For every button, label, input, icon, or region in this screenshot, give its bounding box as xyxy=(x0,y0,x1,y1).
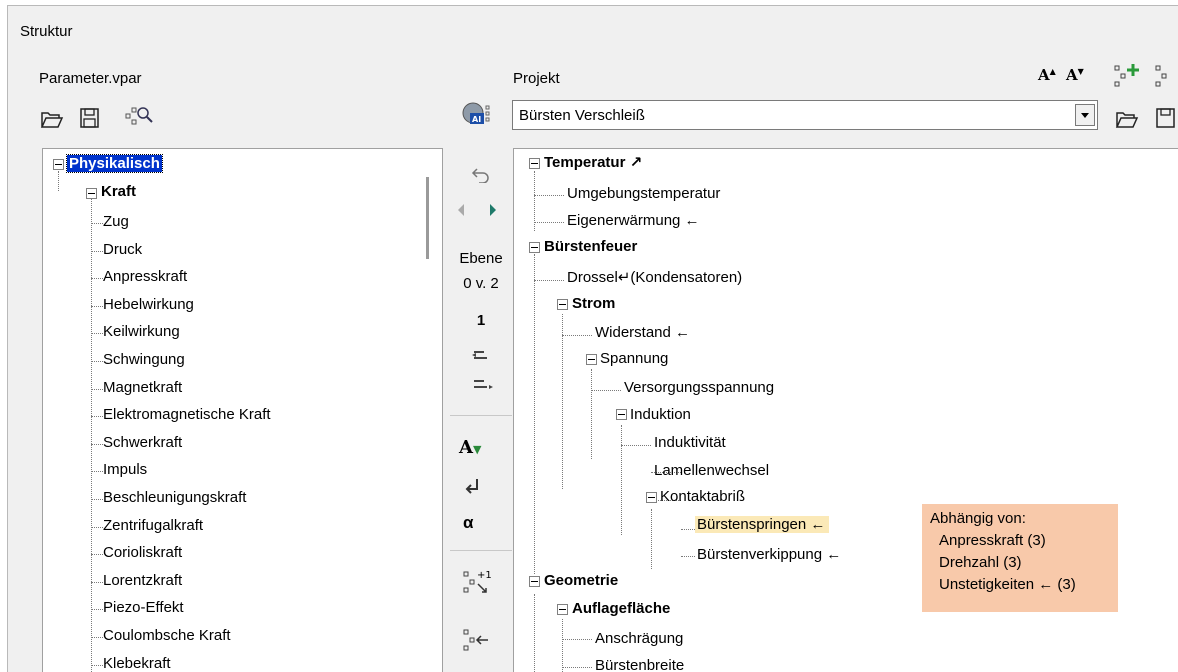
line-break-icon[interactable] xyxy=(465,477,481,499)
tree-node[interactable]: Lamellenwechsel xyxy=(654,461,769,481)
font-color-icon[interactable]: A▼ xyxy=(459,437,481,458)
parameter-file-label: Parameter.vpar xyxy=(39,70,142,87)
tree-node-buerstenfeuer[interactable]: Bürstenfeuer xyxy=(544,237,637,257)
undo-icon[interactable] xyxy=(471,165,491,187)
tree-item[interactable]: Schwingung xyxy=(103,350,185,370)
tree-node[interactable]: Induktivität xyxy=(654,433,726,453)
dependency-tooltip: Abhängig von: Anpresskraft (3) Drehzahl … xyxy=(922,504,1118,612)
tree-item[interactable]: Zug xyxy=(103,212,129,232)
collapse-icon[interactable] xyxy=(586,354,597,365)
svg-text:+1: +1 xyxy=(477,570,492,581)
tree-insert-icon[interactable] xyxy=(462,626,492,660)
open-folder-icon[interactable] xyxy=(1115,106,1139,130)
collapse-icon[interactable] xyxy=(86,188,97,199)
font-increase-icon[interactable]: A▲ xyxy=(1038,66,1056,84)
scrollbar-thumb[interactable] xyxy=(426,177,429,259)
tree-node[interactable]: Versorgungsspannung xyxy=(624,378,774,398)
tree-node[interactable]: Bürstenverkippung ← xyxy=(697,545,841,565)
tree-item[interactable]: Corioliskraft xyxy=(103,543,182,563)
tree-group-kraft[interactable]: Kraft xyxy=(101,182,136,202)
tooltip-title: Abhängig von: xyxy=(930,510,1026,527)
tooltip-line: Unstetigkeiten ← (3) xyxy=(939,576,1076,593)
tree-item[interactable]: Lorentzkraft xyxy=(103,571,182,591)
save-icon[interactable] xyxy=(78,106,102,130)
collapse-icon[interactable] xyxy=(53,159,64,170)
search-tree-icon[interactable] xyxy=(124,104,153,128)
tree-node[interactable]: Drossel↵(Kondensatoren) xyxy=(567,268,742,288)
tooltip-line: Drehzahl (3) xyxy=(939,554,1022,571)
tree-node[interactable]: Anschrägung xyxy=(595,629,683,649)
tree-item[interactable]: Coulombsche Kraft xyxy=(103,626,231,646)
tree-icon[interactable] xyxy=(1154,62,1178,94)
window-title: Struktur xyxy=(20,23,73,40)
save-icon[interactable] xyxy=(1154,106,1178,130)
collapse-icon[interactable] xyxy=(529,158,540,169)
ai-globe-icon[interactable]: AI xyxy=(460,100,494,134)
collapse-icon[interactable] xyxy=(616,409,627,420)
tree-item[interactable]: Keilwirkung xyxy=(103,322,180,342)
collapse-level-icon[interactable] xyxy=(471,349,491,367)
add-node-icon[interactable] xyxy=(1113,62,1143,94)
tree-node[interactable]: Kontaktabriß xyxy=(660,487,745,507)
ebene-label: Ebene xyxy=(459,250,503,267)
collapse-icon[interactable] xyxy=(557,604,568,615)
toolbar-separator xyxy=(450,415,512,416)
collapse-icon[interactable] xyxy=(529,576,540,587)
tree-node[interactable]: Bürstenbreite xyxy=(595,656,684,672)
tree-node-strom[interactable]: Strom xyxy=(572,294,615,314)
chevron-down-icon[interactable] xyxy=(1075,104,1095,126)
tree-node[interactable]: Spannung xyxy=(600,349,668,369)
parameter-tree[interactable]: Physikalisch Kraft Zug Druck Anpresskraft H… xyxy=(42,148,443,672)
tooltip-line: Anpresskraft (3) xyxy=(939,532,1046,549)
tree-item[interactable]: Piezo-Effekt xyxy=(103,598,184,618)
tree-node-temperatur[interactable]: Temperatur ↗ xyxy=(544,153,642,173)
tree-item[interactable]: Elektromagnetische Kraft xyxy=(103,405,271,425)
level-number-button[interactable]: 1 xyxy=(451,312,511,329)
tree-node-geometrie[interactable]: Geometrie xyxy=(544,571,618,591)
collapse-icon[interactable] xyxy=(557,299,568,310)
tree-item[interactable]: Klebekraft xyxy=(103,654,171,672)
tree-node[interactable]: Induktion xyxy=(630,405,691,425)
tree-item[interactable]: Impuls xyxy=(103,460,147,480)
project-select-value: Bürsten Verschleiß xyxy=(519,107,645,124)
tree-item[interactable]: Druck xyxy=(103,240,142,260)
project-select[interactable]: Bürsten Verschleiß xyxy=(512,100,1098,130)
tree-item[interactable]: Zentrifugalkraft xyxy=(103,516,203,536)
tree-node-selected[interactable]: Bürstenspringen ← xyxy=(695,515,830,535)
tree-node[interactable]: Eigenerwärmung ← xyxy=(567,211,700,231)
ebene-value: 0 v. 2 xyxy=(463,275,499,292)
tree-item[interactable]: Beschleunigungskraft xyxy=(103,488,246,508)
svg-text:AI: AI xyxy=(472,115,481,124)
arrow-up-right-icon: ↗ xyxy=(629,154,643,171)
tree-node[interactable]: Umgebungstemperatur xyxy=(567,184,720,204)
tree-level-plus-icon[interactable]: +1 xyxy=(462,568,492,602)
collapse-icon[interactable] xyxy=(646,492,657,503)
tree-root-physikalisch[interactable]: Physikalisch xyxy=(66,154,163,173)
expand-level-icon[interactable] xyxy=(471,378,495,396)
tree-node[interactable]: Widerstand ← xyxy=(595,323,690,343)
collapse-icon[interactable] xyxy=(529,242,540,253)
font-decrease-icon[interactable]: A▼ xyxy=(1066,66,1084,84)
projekt-label: Projekt xyxy=(513,70,560,87)
tree-item[interactable]: Magnetkraft xyxy=(103,378,182,398)
tree-node-auflageflaeche[interactable]: Auflagefläche xyxy=(572,599,670,619)
open-folder-icon[interactable] xyxy=(40,106,64,130)
tree-item[interactable]: Hebelwirkung xyxy=(103,295,194,315)
toolbar-separator xyxy=(450,550,512,551)
tree-item[interactable]: Anpresskraft xyxy=(103,267,187,287)
tree-item[interactable]: Schwerkraft xyxy=(103,433,182,453)
nav-forward-icon[interactable] xyxy=(488,203,498,221)
nav-back-icon[interactable] xyxy=(456,203,466,221)
alpha-button[interactable]: α xyxy=(463,513,473,533)
